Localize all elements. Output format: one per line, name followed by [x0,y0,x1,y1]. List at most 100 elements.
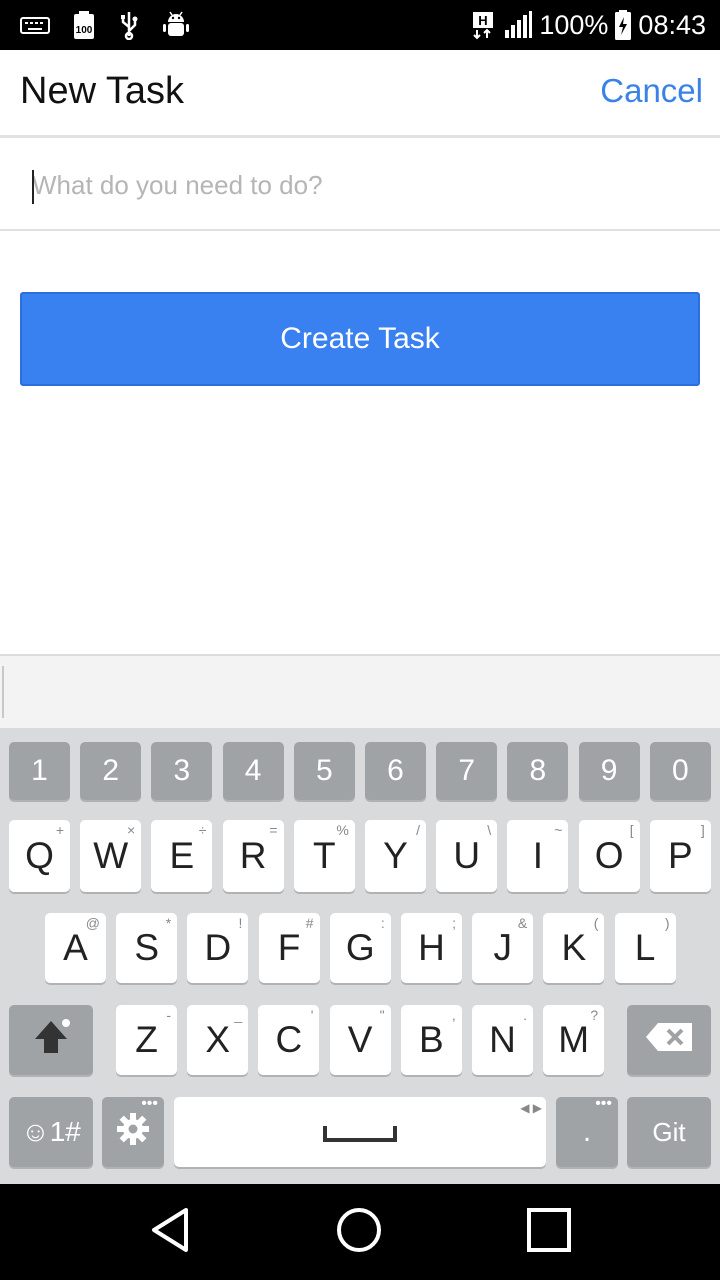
key-label: L [634,927,656,968]
key-b[interactable]: ,B [400,1005,462,1075]
shift-key[interactable] [9,1005,93,1075]
key-e[interactable]: ÷ E [151,820,213,892]
key-z[interactable]: -Z [116,1005,177,1075]
key-u[interactable]: \ U [436,820,498,892]
key-q[interactable]: + Q [9,820,70,892]
network-type-icon: H [471,10,497,40]
battery-100-label: 100 [76,25,93,36]
key-6[interactable]: 6 [365,742,426,800]
key-o[interactable]: [O [578,820,640,892]
key-c[interactable]: ' C [258,1005,320,1075]
key-secondary-label: × [127,822,136,838]
key-2[interactable]: 2 [80,742,142,800]
key-4[interactable]: 4 [222,742,284,800]
key-label: B [418,1019,444,1060]
key-secondary-label: % [336,822,349,838]
more-dots-icon: ••• [595,1095,612,1112]
key-label: D [204,927,232,968]
key-j[interactable]: & J [472,913,534,983]
key-secondary-label: " [379,1007,385,1023]
key-label: 7 [458,754,476,787]
key-label: H [418,927,445,968]
key-l[interactable]: ) L [614,913,676,983]
recents-button[interactable] [519,1206,579,1258]
key-label: R [239,835,267,876]
key-label: N [489,1019,516,1060]
key-y[interactable]: / Y [365,820,426,892]
key-f[interactable]: # F [258,913,320,983]
text-cursor [32,170,34,204]
key-label: M [558,1019,590,1060]
key-7[interactable]: 7 [436,742,498,800]
battery-percent: 100% [539,9,609,40]
key-g[interactable]: :G [329,913,391,983]
cancel-button[interactable]: Cancel [600,72,703,110]
key-p[interactable]: ] P [649,820,711,892]
settings-key[interactable]: ••• [102,1095,164,1167]
key-i[interactable]: ~ I [507,820,569,892]
key-label: Q [25,835,54,876]
key-secondary-label: - [166,1007,171,1023]
key-label: 9 [600,754,618,787]
period-key[interactable]: ••• . [556,1095,618,1167]
key-h[interactable]: ; H [401,913,462,983]
key-w[interactable]: × W [80,820,142,892]
key-label: 3 [173,754,191,787]
key-d[interactable]: ! D [187,913,249,983]
battery-charging-icon [614,9,632,41]
home-button[interactable] [329,1206,389,1258]
task-input[interactable] [32,162,692,208]
key-x[interactable]: _ X [187,1005,249,1075]
key-secondary-label: & [517,915,528,931]
key-t[interactable]: % T [293,820,355,892]
page-title: New Task [20,70,185,112]
key-m[interactable]: ? M [543,1005,605,1075]
key-a[interactable]: @ A [45,913,106,983]
backspace-key[interactable] [627,1005,711,1075]
key-3[interactable]: 3 [151,742,213,800]
key-9[interactable]: 9 [578,742,640,800]
back-button[interactable] [140,1206,200,1258]
key-label: 6 [387,754,404,787]
key-label: V [347,1019,373,1060]
signal-icon [503,10,533,40]
key-n[interactable]: .N [472,1005,533,1075]
keyboard-suggestion-strip [0,654,720,728]
key-secondary-label: = [269,822,278,838]
key-0[interactable]: 0 [649,742,711,800]
navigation-bar [0,1184,720,1280]
symbols-key-label: ☺1# [21,1116,81,1147]
key-label: G [345,927,375,968]
space-bar-icon [323,1111,397,1153]
more-dots-icon: ••• [141,1095,158,1112]
symbols-key[interactable]: ☺1# [9,1097,93,1167]
key-secondary-label: , [451,1007,456,1023]
key-1[interactable]: 1 [9,742,70,800]
gear-icon [116,1112,150,1153]
key-secondary-label: ' [310,1007,314,1023]
header: New Task Cancel [0,50,720,138]
key-label: U [453,835,481,876]
key-v[interactable]: " V [329,1005,391,1075]
backspace-icon [644,1021,694,1060]
key-8[interactable]: 8 [507,742,569,800]
key-r[interactable]: = R [222,820,284,892]
usb-icon [118,10,140,40]
android-debug-icon [162,10,190,40]
space-key[interactable]: ◀ ▶ [174,1097,546,1167]
key-label: X [205,1019,231,1060]
key-k[interactable]: (K [543,913,605,983]
key-secondary-label: ; [452,915,456,931]
key-label: E [169,835,195,876]
create-task-button[interactable]: Create Task [20,292,700,386]
key-label: 1 [31,754,48,787]
key-s[interactable]: * S [116,913,178,983]
key-secondary-label: ( [593,915,599,931]
key-label: S [134,927,160,968]
status-bar-left: 100 [20,8,190,42]
key-5[interactable]: 5 [293,742,355,800]
suggestion-divider [2,666,4,718]
git-key[interactable]: Git [627,1097,711,1167]
key-label: A [63,927,88,968]
key-label: K [561,927,587,968]
